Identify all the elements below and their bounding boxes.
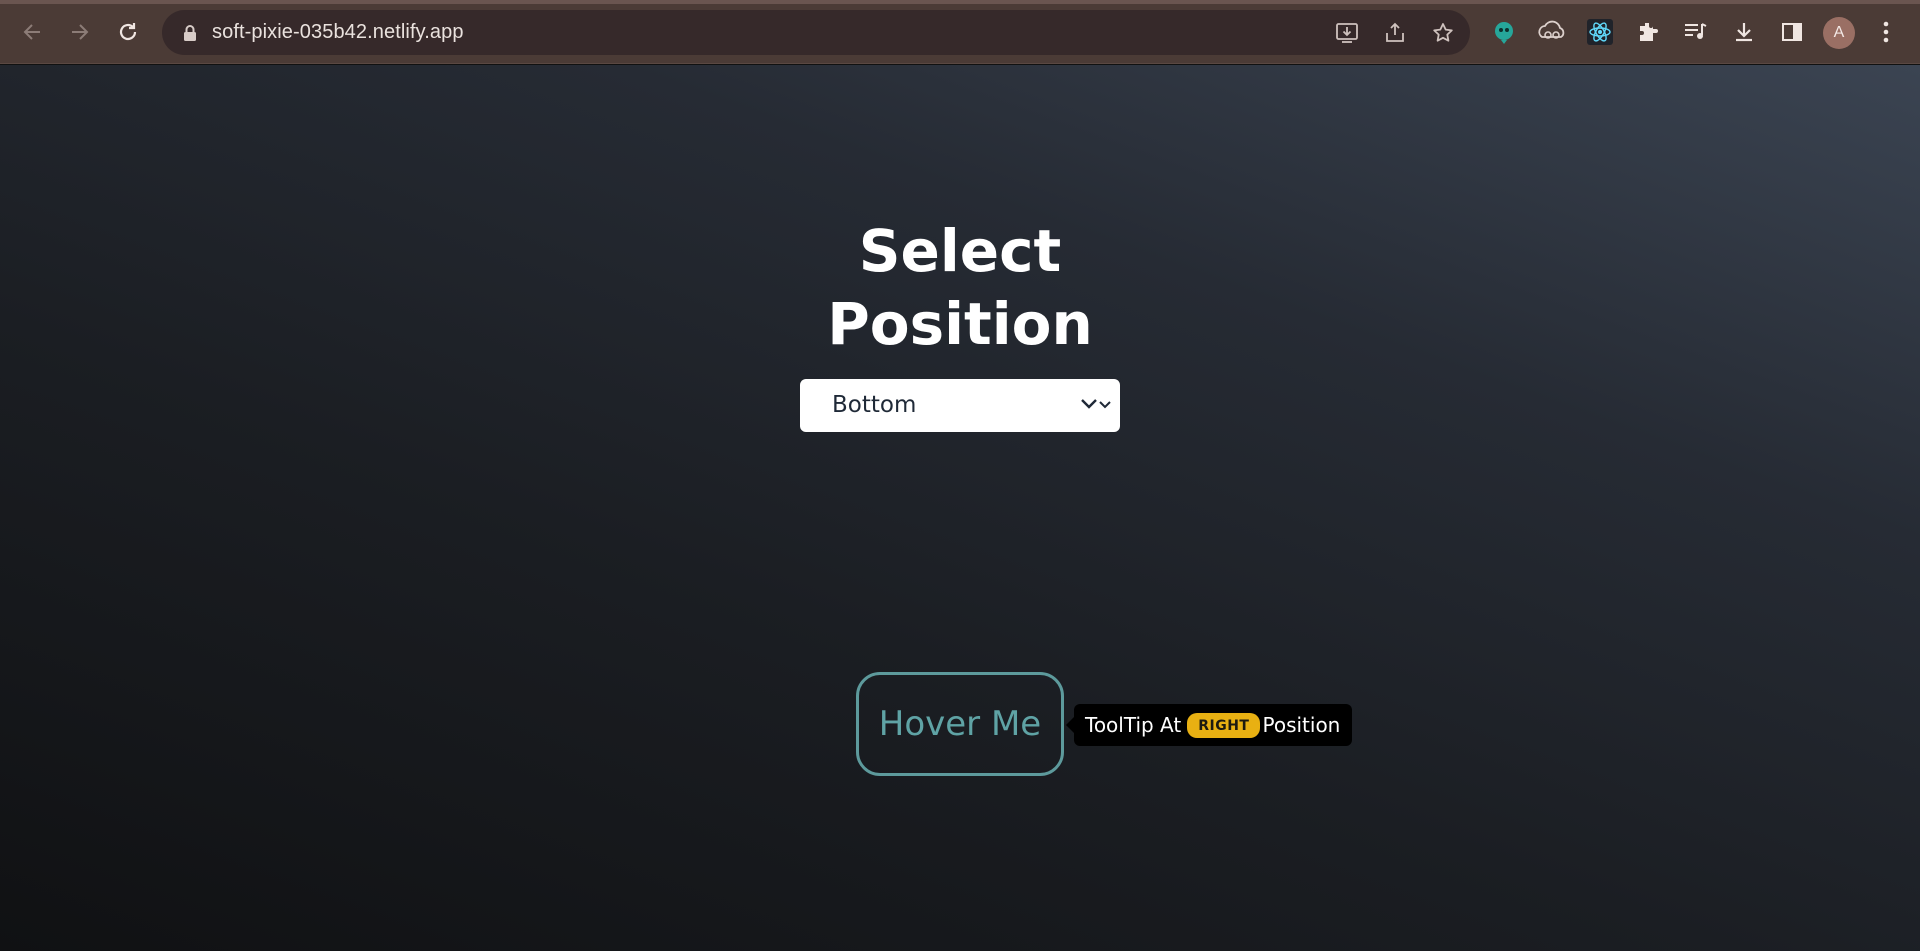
profile-avatar[interactable]: A — [1823, 17, 1855, 49]
title-line-2: Position — [827, 290, 1093, 358]
puzzle-extensions-icon[interactable] — [1633, 17, 1663, 47]
page-content: Select Position Bottom Hover Me ToolTip … — [0, 65, 1920, 951]
downloads-icon[interactable] — [1729, 17, 1759, 47]
address-bar[interactable]: soft-pixie-035b42.netlify.app — [162, 10, 1470, 55]
tooltip-suffix: Position — [1262, 713, 1341, 737]
forward-icon[interactable] — [62, 14, 98, 50]
reload-icon[interactable] — [110, 14, 146, 50]
bookmark-star-icon[interactable] — [1430, 20, 1456, 46]
react-devtools-icon[interactable] — [1585, 17, 1615, 47]
tooltip: ToolTip At RIGHT Position — [1066, 704, 1353, 746]
tooltip-prefix: ToolTip At — [1085, 713, 1182, 737]
side-panel-icon[interactable] — [1777, 17, 1807, 47]
share-icon[interactable] — [1382, 20, 1408, 46]
back-icon[interactable] — [14, 14, 50, 50]
install-app-icon[interactable] — [1334, 20, 1360, 46]
page-title: Select Position — [760, 215, 1160, 361]
select-value: Bottom — [832, 392, 917, 418]
chevron-down-icon — [1081, 399, 1111, 409]
tab-strip-edge — [0, 0, 1920, 4]
menu-dots-icon[interactable] — [1871, 17, 1901, 47]
media-playlist-icon[interactable] — [1681, 17, 1711, 47]
hover-me-button[interactable]: Hover Me — [856, 672, 1064, 776]
extension-2-icon[interactable] — [1537, 17, 1567, 47]
url-text[interactable]: soft-pixie-035b42.netlify.app — [212, 21, 464, 44]
position-badge: RIGHT — [1187, 712, 1261, 738]
browser-toolbar: soft-pixie-035b42.netlify.app A — [0, 0, 1920, 64]
lock-icon[interactable] — [182, 24, 198, 42]
title-line-1: Select — [858, 217, 1062, 285]
extension-1-icon[interactable] — [1489, 17, 1519, 47]
tooltip-arrow — [1066, 717, 1074, 733]
position-select[interactable]: Bottom — [800, 379, 1120, 432]
